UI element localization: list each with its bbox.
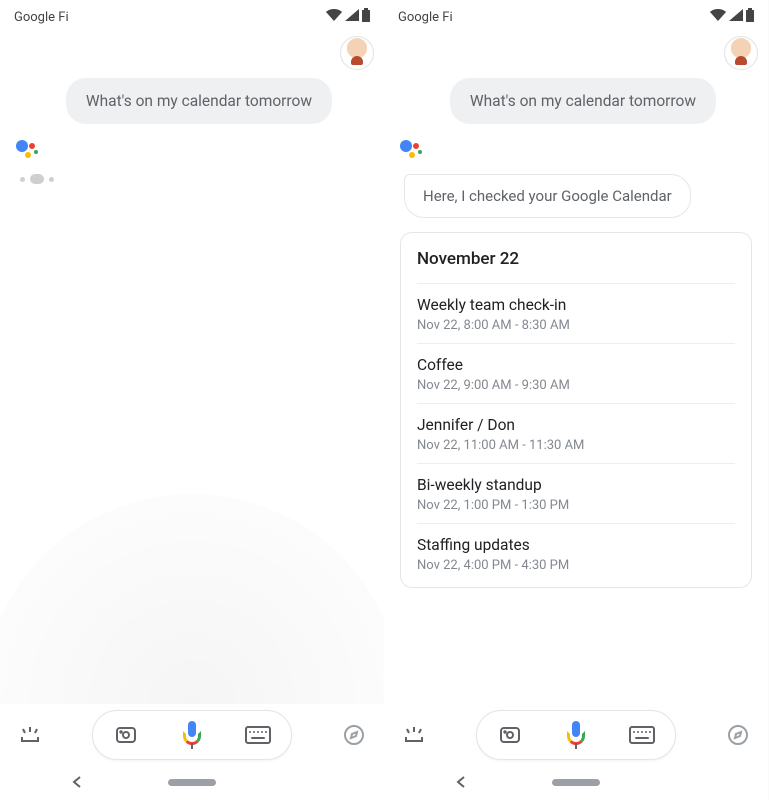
- lens-icon[interactable]: [106, 723, 146, 747]
- event-title: Bi-weekly standup: [417, 476, 735, 494]
- updates-icon[interactable]: [16, 721, 44, 749]
- calendar-event[interactable]: Staffing updates Nov 22, 4:00 PM - 4:30 P…: [417, 523, 735, 583]
- action-bar: [0, 704, 384, 764]
- carrier-label: Google Fi: [398, 10, 453, 25]
- status-icons: [710, 8, 754, 26]
- event-time: Nov 22, 9:00 AM - 9:30 AM: [417, 378, 735, 393]
- battery-icon: [362, 8, 370, 26]
- event-title: Staffing updates: [417, 536, 735, 554]
- user-bubble: What's on my calendar tomorrow: [450, 78, 716, 124]
- user-bubble: What's on my calendar tomorrow: [66, 78, 332, 124]
- nav-bar: [384, 764, 768, 800]
- calendar-card[interactable]: November 22 Weekly team check-in Nov 22, …: [400, 232, 752, 588]
- calendar-event[interactable]: Coffee Nov 22, 9:00 AM - 9:30 AM: [417, 343, 735, 403]
- keyboard-icon[interactable]: [238, 726, 278, 744]
- avatar[interactable]: [724, 36, 758, 70]
- back-icon[interactable]: [454, 774, 468, 793]
- status-bar: Google Fi: [0, 0, 384, 30]
- signal-icon: [729, 9, 743, 25]
- user-message-row: What's on my calendar tomorrow: [10, 36, 374, 124]
- signal-icon: [345, 9, 359, 25]
- calendar-event[interactable]: Jennifer / Don Nov 22, 11:00 AM - 11:30 A…: [417, 403, 735, 463]
- explore-icon[interactable]: [340, 721, 368, 749]
- input-pill: [476, 710, 676, 760]
- battery-icon: [746, 8, 754, 26]
- event-title: Weekly team check-in: [417, 296, 735, 314]
- carrier-label: Google Fi: [14, 10, 69, 25]
- event-title: Jennifer / Don: [417, 416, 735, 434]
- input-pill: [92, 710, 292, 760]
- phone-right: Google Fi What's on my calendar tomorrow…: [384, 0, 768, 800]
- conversation-area: What's on my calendar tomorrow Here, I c…: [384, 30, 768, 704]
- event-time: Nov 22, 4:00 PM - 4:30 PM: [417, 558, 735, 573]
- phone-left: Google Fi What's on my calendar tomorrow: [0, 0, 384, 800]
- nav-bar: [0, 764, 384, 800]
- calendar-event[interactable]: Weekly team check-in Nov 22, 8:00 AM - 8:…: [417, 283, 735, 343]
- wifi-icon: [326, 9, 342, 25]
- wifi-icon: [710, 9, 726, 25]
- event-title: Coffee: [417, 356, 735, 374]
- lens-icon[interactable]: [490, 723, 530, 747]
- home-pill[interactable]: [552, 779, 600, 786]
- mic-button[interactable]: [556, 721, 596, 749]
- calendar-date-header: November 22: [417, 249, 735, 283]
- keyboard-icon[interactable]: [622, 726, 662, 744]
- assistant-logo-row: [16, 140, 374, 160]
- assistant-logo-icon: [400, 140, 426, 160]
- user-message-row: What's on my calendar tomorrow: [394, 36, 758, 124]
- conversation-area: What's on my calendar tomorrow: [0, 30, 384, 704]
- event-time: Nov 22, 1:00 PM - 1:30 PM: [417, 498, 735, 513]
- action-bar: [384, 704, 768, 764]
- status-bar: Google Fi: [384, 0, 768, 30]
- mic-button[interactable]: [172, 721, 212, 749]
- status-icons: [326, 8, 370, 26]
- assistant-bubble: Here, I checked your Google Calendar: [404, 174, 691, 218]
- calendar-event[interactable]: Bi-weekly standup Nov 22, 1:00 PM - 1:30 …: [417, 463, 735, 523]
- explore-icon[interactable]: [724, 721, 752, 749]
- background-halo: [0, 494, 384, 704]
- event-time: Nov 22, 11:00 AM - 11:30 AM: [417, 438, 735, 453]
- event-time: Nov 22, 8:00 AM - 8:30 AM: [417, 318, 735, 333]
- home-pill[interactable]: [168, 779, 216, 786]
- assistant-logo-icon: [16, 140, 42, 160]
- assistant-logo-row: [400, 140, 758, 160]
- updates-icon[interactable]: [400, 721, 428, 749]
- thinking-indicator: [20, 174, 374, 184]
- avatar[interactable]: [340, 36, 374, 70]
- back-icon[interactable]: [70, 774, 84, 793]
